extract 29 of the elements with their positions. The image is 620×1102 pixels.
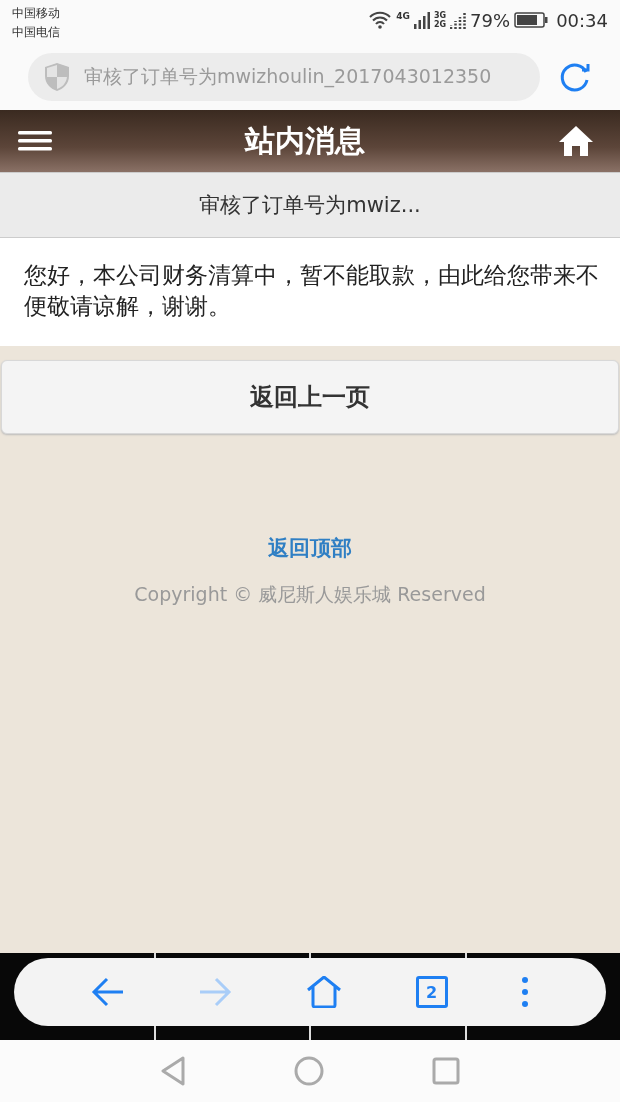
network-type: 2G xyxy=(433,20,447,29)
copyright-text: Copyright © 威尼斯人娱乐城 Reserved xyxy=(134,582,486,607)
page-title: 站内消息 xyxy=(245,121,365,160)
network-type: 4G xyxy=(396,11,410,21)
signal-icon xyxy=(413,11,430,29)
network-type: 3G xyxy=(433,11,447,20)
url-text: 审核了订单号为mwizhoulin_2017043012350 xyxy=(84,64,492,90)
back-triangle-icon[interactable] xyxy=(160,1056,186,1086)
recents-square-icon[interactable] xyxy=(432,1057,460,1085)
message-subject: 审核了订单号为mwiz... xyxy=(0,172,620,238)
back-to-top-link[interactable]: 返回顶部 xyxy=(268,534,352,562)
menu-icon[interactable] xyxy=(18,130,52,152)
carrier-name: 中国移动 xyxy=(12,5,60,22)
carrier-name: 中国电信 xyxy=(12,24,60,41)
reload-icon[interactable] xyxy=(558,60,592,94)
back-button[interactable]: 返回上一页 xyxy=(1,360,619,434)
address-field[interactable]: 审核了订单号为mwizhoulin_2017043012350 xyxy=(28,53,540,101)
more-options-icon[interactable] xyxy=(521,976,530,1008)
home-circle-icon[interactable] xyxy=(294,1056,324,1086)
home-icon[interactable] xyxy=(558,125,594,157)
battery-percent: 79% xyxy=(470,9,511,31)
clock: 00:34 xyxy=(556,9,608,31)
shield-icon xyxy=(44,62,70,92)
tab-count-button[interactable]: 2 xyxy=(415,976,448,1008)
battery-icon xyxy=(514,12,549,28)
message-body: 您好，本公司财务清算中，暂不能取款，由此给您带来不便敬请谅解，谢谢。 xyxy=(24,261,600,321)
signal-icon xyxy=(450,11,467,29)
back-arrow-icon[interactable] xyxy=(90,976,125,1008)
wifi-icon xyxy=(368,11,393,29)
